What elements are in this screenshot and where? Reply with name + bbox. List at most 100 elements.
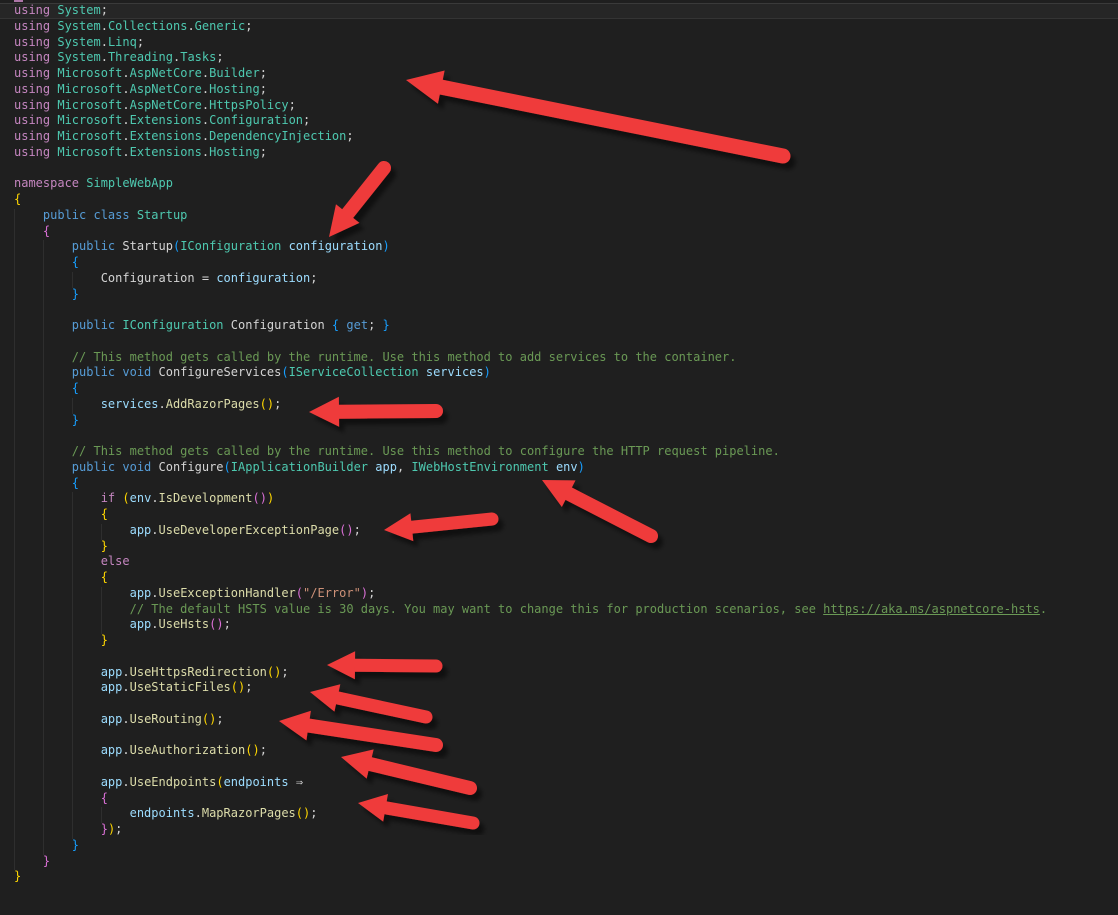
code-line[interactable]: services.AddRazorPages(); bbox=[0, 397, 1118, 413]
code-line[interactable]: using Microsoft.AspNetCore.HttpsPolicy; bbox=[0, 98, 1118, 114]
code-token: // The default HSTS value is 30 days. Yo… bbox=[130, 602, 824, 616]
code-line[interactable] bbox=[0, 161, 1118, 177]
code-line[interactable]: using System; bbox=[0, 3, 1118, 19]
code-line[interactable]: { bbox=[0, 791, 1118, 807]
code-line[interactable]: using Microsoft.AspNetCore.Hosting; bbox=[0, 82, 1118, 98]
code-line[interactable]: public IConfiguration Configuration { ge… bbox=[0, 318, 1118, 334]
code-line[interactable]: using Microsoft.Extensions.Hosting; bbox=[0, 145, 1118, 161]
code-line[interactable]: using System.Collections.Generic; bbox=[0, 19, 1118, 35]
code-token: UseEndpoints bbox=[130, 775, 217, 789]
code-line[interactable]: using System.Linq; bbox=[0, 35, 1118, 51]
code-token: using bbox=[14, 82, 57, 96]
code-line[interactable]: } bbox=[0, 633, 1118, 649]
code-line[interactable]: app.UseHttpsRedirection(); bbox=[0, 665, 1118, 681]
code-line[interactable]: Configuration = configuration; bbox=[0, 271, 1118, 287]
code-line[interactable]: } bbox=[0, 287, 1118, 303]
code-token: Extensions bbox=[130, 129, 202, 143]
code-line[interactable] bbox=[0, 728, 1118, 744]
code-token: MapRazorPages bbox=[202, 806, 296, 820]
code-line[interactable]: }); bbox=[0, 822, 1118, 838]
code-line[interactable] bbox=[0, 696, 1118, 712]
code-line[interactable] bbox=[0, 334, 1118, 350]
code-line[interactable]: app.UseDeveloperExceptionPage(); bbox=[0, 523, 1118, 539]
code-line[interactable]: app.UseEndpoints(endpoints ⇒ bbox=[0, 775, 1118, 791]
code-line[interactable]: public void ConfigureServices(IServiceCo… bbox=[0, 365, 1118, 381]
code-token: } bbox=[383, 318, 390, 332]
code-token: } bbox=[43, 854, 50, 868]
code-line[interactable]: { bbox=[0, 381, 1118, 397]
code-line[interactable]: app.UseStaticFiles(); bbox=[0, 680, 1118, 696]
code-token: env bbox=[130, 491, 152, 505]
code-line[interactable]: } bbox=[0, 838, 1118, 854]
code-line[interactable]: { bbox=[0, 570, 1118, 586]
code-token: = bbox=[195, 271, 217, 285]
code-token: . bbox=[101, 35, 108, 49]
code-line[interactable]: using Microsoft.AspNetCore.Builder; bbox=[0, 66, 1118, 82]
code-line[interactable]: app.UseHsts(); bbox=[0, 617, 1118, 633]
code-line[interactable] bbox=[0, 759, 1118, 775]
code-token: ; bbox=[260, 66, 267, 80]
code-line[interactable]: } bbox=[0, 413, 1118, 429]
code-line[interactable]: { bbox=[0, 224, 1118, 240]
code-token bbox=[14, 791, 101, 805]
code-line[interactable]: public Startup(IConfiguration configurat… bbox=[0, 239, 1118, 255]
code-line[interactable]: // This method gets called by the runtim… bbox=[0, 350, 1118, 366]
code-token: . bbox=[122, 680, 129, 694]
code-token: ; bbox=[303, 113, 310, 127]
code-line[interactable]: } bbox=[0, 539, 1118, 555]
code-line[interactable]: app.UseExceptionHandler("/Error"); bbox=[0, 586, 1118, 602]
code-line[interactable]: app.UseRouting(); bbox=[0, 712, 1118, 728]
code-token: AspNetCore bbox=[130, 82, 202, 96]
code-token: using bbox=[14, 35, 57, 49]
code-line[interactable] bbox=[0, 428, 1118, 444]
code-line[interactable]: using System.Threading.Tasks; bbox=[0, 50, 1118, 66]
code-line[interactable]: { bbox=[0, 192, 1118, 208]
code-area[interactable]: using System;using System.Collections.Ge… bbox=[0, 3, 1118, 885]
code-token: ; bbox=[368, 318, 382, 332]
code-token: env bbox=[556, 460, 578, 474]
code-token bbox=[325, 318, 332, 332]
code-line[interactable]: } bbox=[0, 869, 1118, 885]
code-editor[interactable]: using System;using System.Collections.Ge… bbox=[0, 0, 1118, 915]
code-line[interactable]: } bbox=[0, 854, 1118, 870]
code-token: . bbox=[122, 712, 129, 726]
code-token: DependencyInjection bbox=[209, 129, 346, 143]
code-token: using bbox=[14, 66, 57, 80]
code-token bbox=[14, 775, 101, 789]
code-line[interactable]: public void Configure(IApplicationBuilde… bbox=[0, 460, 1118, 476]
code-line[interactable]: { bbox=[0, 255, 1118, 271]
code-line[interactable]: else bbox=[0, 554, 1118, 570]
code-token bbox=[289, 775, 296, 789]
code-token: configuration bbox=[289, 239, 383, 253]
code-line[interactable] bbox=[0, 649, 1118, 665]
code-line[interactable]: if (env.IsDevelopment()) bbox=[0, 491, 1118, 507]
code-token: ; bbox=[281, 665, 288, 679]
code-line[interactable]: // This method gets called by the runtim… bbox=[0, 444, 1118, 460]
code-line[interactable]: public class Startup bbox=[0, 208, 1118, 224]
indent-guide bbox=[72, 398, 73, 414]
code-line[interactable]: using Microsoft.Extensions.DependencyInj… bbox=[0, 129, 1118, 145]
code-line[interactable]: namespace SimpleWebApp bbox=[0, 176, 1118, 192]
code-token: } bbox=[72, 838, 79, 852]
code-line[interactable] bbox=[0, 302, 1118, 318]
code-line[interactable]: { bbox=[0, 507, 1118, 523]
code-token bbox=[14, 712, 101, 726]
code-token: services bbox=[426, 365, 484, 379]
code-token: IWebHostEnvironment bbox=[411, 460, 548, 474]
code-token bbox=[14, 208, 43, 222]
code-token bbox=[14, 822, 101, 836]
code-line[interactable]: // The default HSTS value is 30 days. Yo… bbox=[0, 602, 1118, 618]
code-token: } bbox=[72, 287, 79, 301]
code-token: using bbox=[14, 50, 57, 64]
code-token: Extensions bbox=[130, 113, 202, 127]
code-line[interactable]: { bbox=[0, 476, 1118, 492]
comment-link[interactable]: https://aka.ms/aspnetcore-hsts bbox=[823, 602, 1040, 616]
code-line[interactable]: endpoints.MapRazorPages(); bbox=[0, 806, 1118, 822]
code-token: app bbox=[130, 523, 152, 537]
code-line[interactable]: app.UseAuthorization(); bbox=[0, 743, 1118, 759]
code-token: Microsoft bbox=[57, 66, 122, 80]
code-line[interactable]: using Microsoft.Extensions.Configuration… bbox=[0, 113, 1118, 129]
code-token: ( bbox=[231, 680, 238, 694]
code-token: } bbox=[101, 822, 108, 836]
code-token: . bbox=[122, 743, 129, 757]
